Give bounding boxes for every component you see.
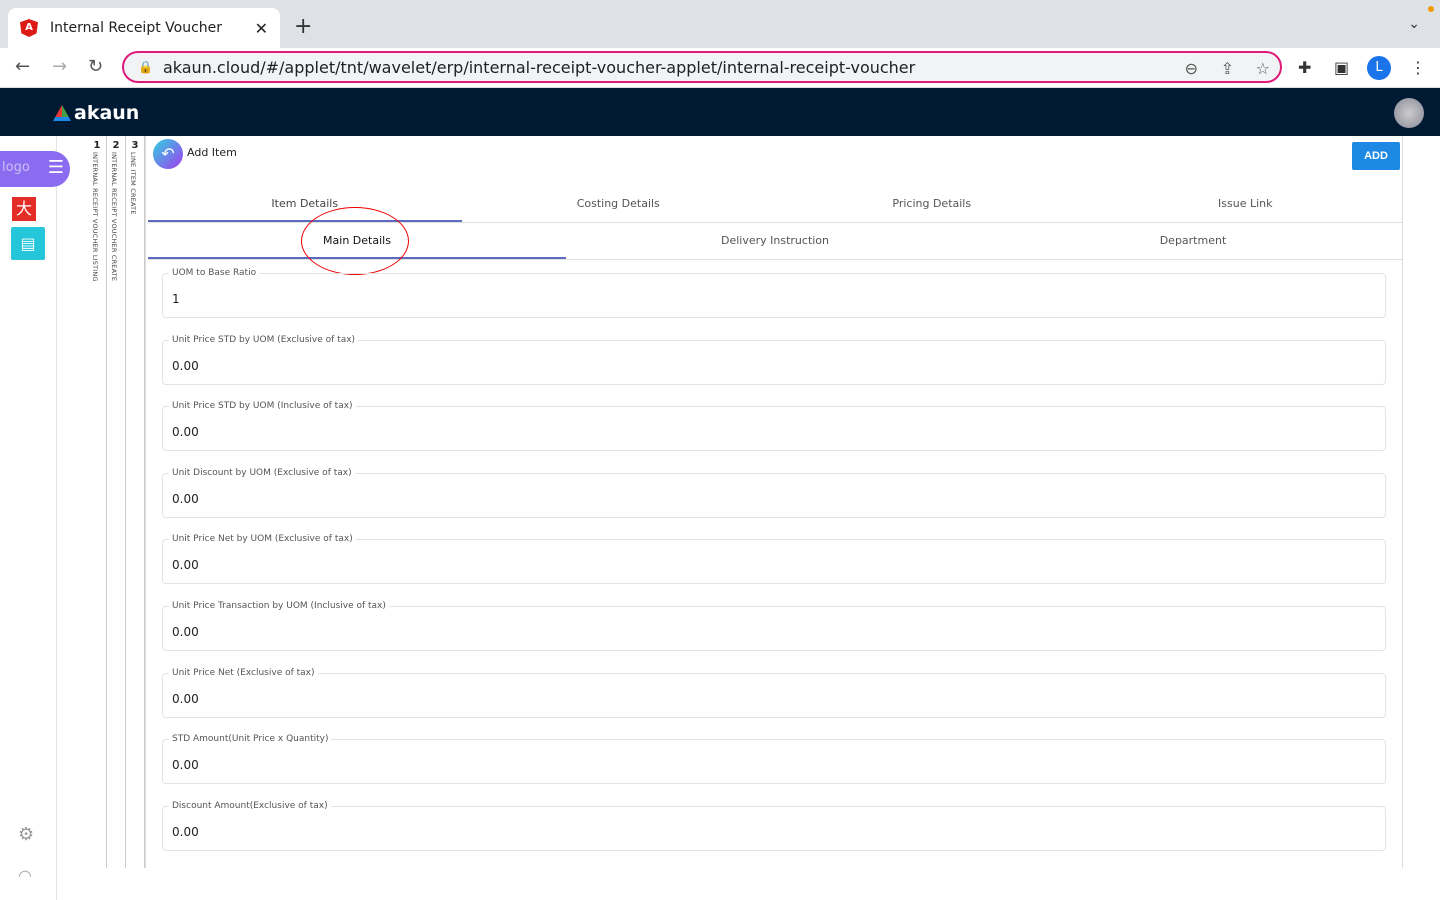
url-input[interactable]: 🔒 akaun.cloud/#/applet/tnt/wavelet/erp/i… — [122, 51, 1282, 83]
breadcrumb-label: LINE ITEM CREATE — [129, 152, 137, 215]
tab-costing-details[interactable]: Costing Details — [462, 186, 776, 222]
lock-icon: 🔒 — [138, 60, 153, 74]
notification-dot — [1428, 6, 1434, 12]
user-icon[interactable]: ◠ — [18, 866, 32, 885]
field-label: Discount Amount(Exclusive of tax) — [169, 801, 331, 811]
field-value[interactable]: 0.00 — [172, 692, 199, 706]
tab-department[interactable]: Department — [984, 223, 1402, 259]
field-value[interactable]: 0.00 — [172, 758, 199, 772]
star-icon[interactable]: ☆ — [1256, 59, 1270, 78]
breadcrumb-number: 2 — [107, 140, 125, 151]
angular-icon: A — [20, 19, 38, 37]
tab-pricing-details[interactable]: Pricing Details — [775, 186, 1089, 222]
form-field[interactable]: STD Amount(Unit Price x Quantity)0.00 — [162, 739, 1386, 784]
new-tab-icon[interactable]: + — [294, 14, 312, 39]
field-value[interactable]: 0.00 — [172, 625, 199, 639]
field-value[interactable]: 0.00 — [172, 425, 199, 439]
tab-issue-link[interactable]: Issue Link — [1089, 186, 1403, 222]
annotation-circle — [301, 207, 409, 275]
field-value[interactable]: 0.00 — [172, 492, 199, 506]
sidepanel-icon[interactable]: ▣ — [1334, 58, 1349, 77]
field-label: Unit Price Transaction by UOM (Inclusive… — [169, 601, 389, 611]
form-field[interactable]: Unit Price Net by UOM (Exclusive of tax)… — [162, 539, 1386, 584]
tab-delivery-instruction[interactable]: Delivery Instruction — [566, 223, 984, 259]
field-value[interactable]: 0.00 — [172, 558, 199, 572]
field-label: Unit Discount by UOM (Exclusive of tax) — [169, 468, 355, 478]
breadcrumb-label: INTERNAL RECEIPT VOUCHER LISTING — [91, 152, 99, 282]
applet-icon[interactable]: 大 — [12, 197, 36, 221]
browser-tab-bar: A Internal Receipt Voucher ✕ + ⌄ — [0, 0, 1440, 48]
form-field[interactable]: Unit Discount by UOM (Exclusive of tax)0… — [162, 473, 1386, 518]
brand-logo[interactable]: akaun — [53, 102, 139, 124]
form-field[interactable]: Unit Price STD by UOM (Exclusive of tax)… — [162, 340, 1386, 385]
url-text: akaun.cloud/#/applet/tnt/wavelet/erp/int… — [163, 58, 915, 77]
akaun-logo-icon — [53, 105, 71, 121]
main-panel: ↶ Add Item ADD Item Details Costing Deta… — [145, 136, 1403, 868]
form-field[interactable]: UOM to Base Ratio1 — [162, 273, 1386, 318]
address-bar: ← → ↻ 🔒 akaun.cloud/#/applet/tnt/wavelet… — [0, 48, 1440, 88]
back-icon[interactable]: ← — [15, 56, 30, 77]
form-field[interactable]: Discount Amount(Exclusive of tax)0.00 — [162, 806, 1386, 851]
brand-name: akaun — [74, 102, 139, 124]
field-value[interactable]: 0.00 — [172, 825, 199, 839]
reload-icon[interactable]: ↻ — [88, 56, 103, 77]
sidebar: logo ☰ 大 ▤ ⚙ ◠ — [0, 136, 57, 900]
form-field[interactable]: Unit Price Net (Exclusive of tax)0.00 — [162, 673, 1386, 718]
breadcrumb-1[interactable]: 1INTERNAL RECEIPT VOUCHER LISTING — [88, 136, 107, 868]
menu-icon: ☰ — [48, 157, 64, 178]
chevron-down-icon[interactable]: ⌄ — [1408, 16, 1420, 32]
user-avatar[interactable] — [1394, 98, 1424, 128]
add-button[interactable]: ADD — [1352, 142, 1400, 170]
page-title: Add Item — [187, 146, 237, 159]
breadcrumb-label: INTERNAL RECEIPT VOUCHER CREATE — [110, 152, 118, 281]
share-icon[interactable]: ⇪ — [1221, 59, 1234, 78]
extensions-icon[interactable]: ✚ — [1298, 58, 1311, 77]
tab-item-details[interactable]: Item Details — [148, 186, 462, 222]
forward-icon[interactable]: → — [52, 56, 67, 77]
breadcrumb-number: 3 — [126, 140, 144, 151]
field-label: STD Amount(Unit Price x Quantity) — [169, 734, 331, 744]
breadcrumb-3[interactable]: 3LINE ITEM CREATE — [126, 136, 145, 868]
back-button[interactable]: ↶ — [153, 139, 183, 169]
browser-tab[interactable]: A Internal Receipt Voucher ✕ — [8, 8, 280, 48]
tab-title: Internal Receipt Voucher — [50, 20, 222, 36]
field-label: Unit Price Net by UOM (Exclusive of tax) — [169, 534, 356, 544]
menu-toggle-button[interactable]: logo ☰ — [0, 151, 70, 187]
close-tab-icon[interactable]: ✕ — [255, 19, 268, 38]
form-field[interactable]: Unit Price STD by UOM (Inclusive of tax)… — [162, 406, 1386, 451]
profile-avatar[interactable]: L — [1367, 56, 1391, 80]
form-field[interactable]: Unit Price Transaction by UOM (Inclusive… — [162, 606, 1386, 651]
app-header: akaun — [0, 88, 1440, 136]
field-label: UOM to Base Ratio — [169, 268, 259, 278]
field-label: Unit Price STD by UOM (Inclusive of tax) — [169, 401, 356, 411]
field-label: Unit Price Net (Exclusive of tax) — [169, 668, 318, 678]
breadcrumb-2[interactable]: 2INTERNAL RECEIPT VOUCHER CREATE — [107, 136, 126, 868]
gear-icon[interactable]: ⚙ — [18, 824, 34, 845]
list-icon[interactable]: ▤ — [11, 227, 45, 260]
breadcrumb-number: 1 — [88, 140, 106, 151]
field-value[interactable]: 0.00 — [172, 359, 199, 373]
more-icon[interactable]: ⋮ — [1410, 58, 1426, 77]
logo-alt-text: logo — [2, 160, 30, 175]
field-label: Unit Price STD by UOM (Exclusive of tax) — [169, 335, 358, 345]
zoom-icon[interactable]: ⊖ — [1185, 59, 1198, 78]
field-value[interactable]: 1 — [172, 292, 180, 306]
